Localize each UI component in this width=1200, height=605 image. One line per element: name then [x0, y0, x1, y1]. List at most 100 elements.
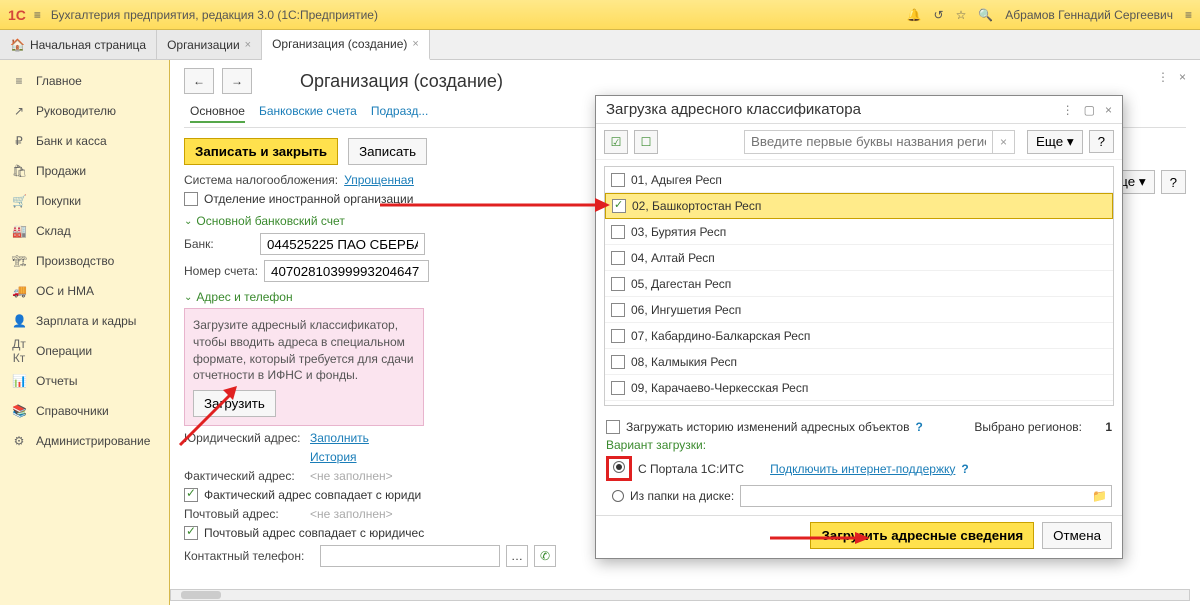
fact-same-checkbox[interactable] [184, 488, 198, 502]
post-label: Почтовый адрес: [184, 507, 304, 521]
sidebar-icon: ⚙ [12, 434, 26, 448]
submit-button[interactable]: Загрузить адресные сведения [810, 522, 1034, 549]
history-icon[interactable]: ↺ [934, 8, 944, 22]
region-checkbox[interactable] [611, 277, 625, 291]
menu-icon[interactable]: ≡ [1185, 8, 1192, 22]
sidebar-item[interactable]: 📚Справочники [0, 396, 169, 426]
subtab-dept[interactable]: Подразд... [371, 104, 429, 123]
region-checkbox[interactable] [611, 303, 625, 317]
clear-icon[interactable]: × [993, 130, 1015, 154]
maximize-icon[interactable]: ▢ [1084, 103, 1095, 117]
history-link[interactable]: История [310, 450, 357, 464]
more-button[interactable]: Еще ▾ [1027, 130, 1083, 154]
region-row[interactable]: 05, Дагестан Респ [605, 271, 1113, 297]
region-row[interactable]: 07, Кабардино-Балкарская Респ [605, 323, 1113, 349]
fill-link[interactable]: Заполнить [310, 431, 369, 445]
user-name[interactable]: Абрамов Геннадий Сергеевич [1005, 8, 1173, 22]
sidebar-label: Главное [36, 74, 82, 88]
sidebar-item[interactable]: 🛒Покупки [0, 186, 169, 216]
search-input[interactable] [744, 130, 993, 154]
back-button[interactable]: ← [184, 68, 214, 94]
sidebar-item[interactable]: 📊Отчеты [0, 366, 169, 396]
tab-organization-create[interactable]: Организация (создание) × [262, 30, 430, 60]
post-same-checkbox[interactable] [184, 526, 198, 540]
sidebar-item[interactable]: 🏗Производство [0, 246, 169, 276]
kebab-icon[interactable]: ⋮ [1157, 70, 1169, 84]
region-row[interactable]: 06, Ингушетия Респ [605, 297, 1113, 323]
region-checkbox[interactable] [611, 381, 625, 395]
sidebar-item[interactable]: ≡Главное [0, 66, 169, 96]
tab-home[interactable]: 🏠 Начальная страница [0, 30, 157, 59]
region-checkbox[interactable] [612, 199, 626, 213]
folder-radio[interactable] [612, 490, 624, 502]
help-button[interactable]: ? [1089, 130, 1114, 153]
tab-organizations[interactable]: Организации × [157, 30, 262, 59]
region-row[interactable]: 02, Башкортостан Респ [605, 193, 1113, 219]
region-checkbox[interactable] [611, 329, 625, 343]
cancel-button[interactable]: Отмена [1042, 522, 1112, 549]
sidebar-item[interactable]: ⚙Администрирование [0, 426, 169, 456]
sidebar-item[interactable]: Дт КтОперации [0, 336, 169, 366]
sidebar-label: Руководителю [36, 104, 116, 118]
bell-icon[interactable]: 🔔 [907, 8, 922, 22]
support-link[interactable]: Подключить интернет-поддержку [770, 462, 955, 476]
save-close-button[interactable]: Записать и закрыть [184, 138, 338, 165]
close-icon[interactable]: × [412, 38, 418, 50]
region-row[interactable]: 03, Бурятия Респ [605, 219, 1113, 245]
search-icon[interactable]: 🔍 [978, 8, 993, 22]
tax-link[interactable]: Упрощенная [344, 173, 414, 187]
sidebar-item[interactable]: ₽Банк и касса [0, 126, 169, 156]
titlebar: 1С ≡ Бухгалтерия предприятия, редакция 3… [0, 0, 1200, 30]
sidebar-icon: 👤 [12, 314, 26, 328]
sidebar-item[interactable]: 👤Зарплата и кадры [0, 306, 169, 336]
notice-text: Загрузите адресный классификатор, чтобы … [193, 317, 415, 384]
subtab-main[interactable]: Основное [190, 104, 245, 123]
horizontal-scrollbar[interactable] [170, 589, 1190, 601]
region-checkbox[interactable] [611, 251, 625, 265]
load-button[interactable]: Загрузить [193, 390, 276, 417]
region-row[interactable]: 04, Алтай Респ [605, 245, 1113, 271]
region-checkbox[interactable] [611, 355, 625, 369]
account-input[interactable] [264, 260, 429, 282]
folder-path-input[interactable]: 📁 [740, 485, 1112, 507]
phone-input[interactable] [320, 545, 500, 567]
region-row[interactable]: 01, Адыгея Респ [605, 167, 1113, 193]
dialog-address-classifier: Загрузка адресного классификатора ⋮ ▢ × … [595, 95, 1123, 559]
check-all-button[interactable]: ☑ [604, 130, 628, 154]
sidebar-item[interactable]: 🚚ОС и НМА [0, 276, 169, 306]
folder-icon[interactable]: 📁 [1092, 489, 1107, 503]
post-same-label: Почтовый адрес совпадает с юридичес [204, 526, 424, 540]
help-button[interactable]: ? [1161, 170, 1186, 194]
close-icon[interactable]: × [245, 39, 251, 51]
help-icon[interactable]: ? [915, 420, 922, 434]
history-checkbox[interactable] [606, 420, 620, 434]
burger-icon[interactable]: ≡ [34, 8, 41, 22]
forward-button[interactable]: → [222, 68, 252, 94]
region-row[interactable]: 08, Калмыкия Респ [605, 349, 1113, 375]
region-row[interactable]: 09, Карачаево-Черкесская Респ [605, 375, 1113, 401]
sidebar-item[interactable]: ↗Руководителю [0, 96, 169, 126]
uncheck-all-button[interactable]: ☐ [634, 130, 658, 154]
region-checkbox[interactable] [611, 225, 625, 239]
sidebar-item[interactable]: 🛍Продажи [0, 156, 169, 186]
kebab-icon[interactable]: ⋮ [1062, 103, 1074, 117]
bank-input[interactable] [260, 233, 425, 255]
save-button[interactable]: Записать [348, 138, 427, 165]
sidebar-item[interactable]: 🏭Склад [0, 216, 169, 246]
region-label: 06, Ингушетия Респ [631, 303, 741, 317]
star-icon[interactable]: ☆ [956, 8, 967, 22]
region-checkbox[interactable] [611, 173, 625, 187]
call-icon[interactable]: ✆ [534, 545, 556, 567]
dots-button[interactable]: … [506, 545, 528, 567]
portal-radio[interactable] [613, 461, 625, 473]
close-icon[interactable]: × [1179, 70, 1186, 84]
help-icon[interactable]: ? [961, 462, 968, 476]
sidebar-icon: Дт Кт [12, 337, 26, 365]
foreign-checkbox[interactable] [184, 192, 198, 206]
variant-title: Вариант загрузки: [606, 438, 1112, 452]
sidebar-label: Отчеты [36, 374, 77, 388]
close-icon[interactable]: × [1105, 103, 1112, 117]
sidebar-icon: 🏭 [12, 224, 26, 238]
subtab-bank[interactable]: Банковские счета [259, 104, 357, 123]
region-list[interactable]: 01, Адыгея Респ02, Башкортостан Респ03, … [604, 166, 1114, 406]
